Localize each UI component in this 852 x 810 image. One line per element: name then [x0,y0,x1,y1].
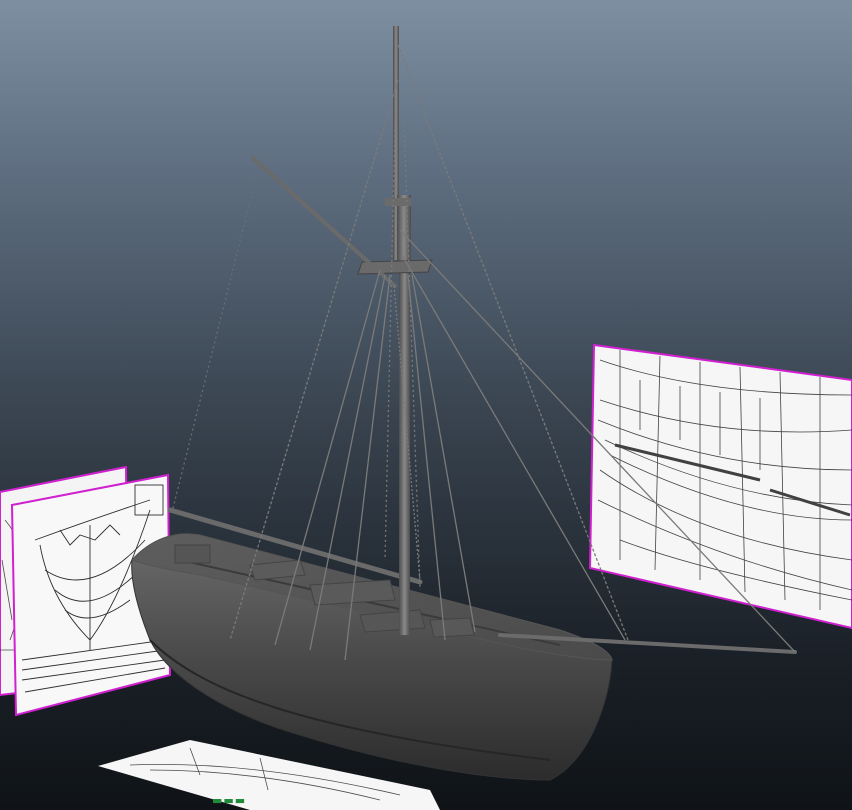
axis-indicator: ▬▬▬ [212,794,247,807]
scene-canvas[interactable] [0,0,852,810]
reference-plane-right[interactable] [588,343,852,630]
gaff-spar[interactable] [251,156,397,288]
main-mast[interactable] [357,26,433,635]
viewport-3d[interactable]: ▬▬▬ [0,0,852,810]
